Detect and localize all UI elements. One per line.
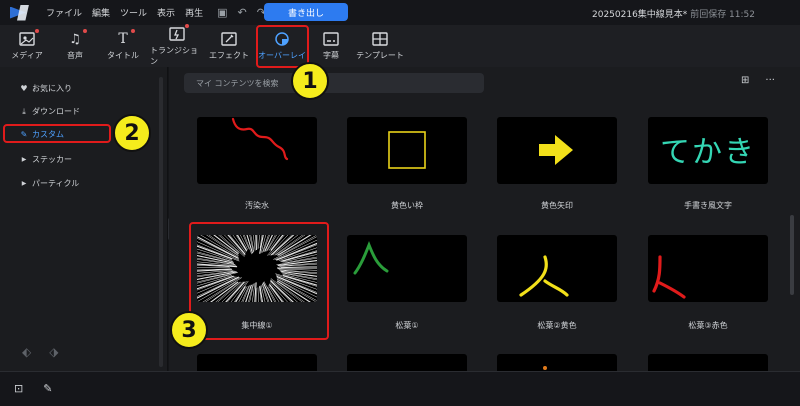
menu-play[interactable]: 再生 — [185, 6, 203, 19]
menu-file[interactable]: ファイル — [46, 6, 82, 19]
overlay-label: 松葉②黄色 — [537, 321, 577, 330]
timeline-tools: ⊡ ✎ — [14, 382, 52, 395]
highlight-speed-lines — [189, 222, 329, 340]
overlay-thumb[interactable] — [648, 354, 768, 371]
undo-icon[interactable]: ↶ — [237, 6, 246, 19]
menu-view[interactable]: 表示 — [157, 6, 175, 19]
tab-transition[interactable]: トランジション — [150, 23, 204, 67]
more-icon[interactable]: ··· — [765, 75, 775, 86]
sidebar-item-label: ステッカー — [32, 155, 72, 164]
project-info: 20250216集中線見本* 前回保存 11:52 — [592, 7, 755, 20]
draw-icon[interactable]: ✎ — [43, 382, 52, 395]
overlay-thumb-yellow-arrow[interactable] — [497, 117, 617, 184]
save-icon[interactable]: ▣ — [217, 6, 227, 19]
menu-tools[interactable]: ツール — [120, 6, 147, 19]
sidebar-item-label: パーティクル — [32, 179, 80, 188]
tab-media[interactable]: メディア — [0, 25, 54, 67]
tab-template[interactable]: テンプレート — [352, 25, 408, 67]
tab-label: 字幕 — [323, 51, 339, 60]
timeline-toolbar: ⊡ ✎ — [0, 371, 800, 406]
tab-label: トランジション — [150, 45, 198, 66]
media-icon — [18, 29, 39, 47]
transition-icon — [168, 23, 189, 42]
overlay-thumb-pollution[interactable] — [197, 117, 317, 184]
import-icon[interactable]: ⊞ — [741, 75, 749, 86]
export-button[interactable]: 書き出し — [264, 3, 348, 21]
app-logo-icon — [10, 5, 32, 21]
callout-2: 2 — [113, 114, 151, 152]
category-sidebar: ♥ お気に入り ⤓ ダウンロード ✎ カスタム ▶ ステッカー ▶ パーティクル — [0, 67, 168, 371]
title-icon: T — [114, 29, 135, 47]
highlight-custom-item — [3, 124, 111, 143]
overlay-thumb-pine-1[interactable] — [347, 235, 467, 302]
sidebar-item-label: お気に入り — [32, 84, 72, 93]
tool-tabs: メディア ♫ 音声 T タイトル トランジション エフェクト オーバーレイ 字幕… — [0, 23, 800, 67]
overlay-label: 手書き風文字 — [684, 201, 732, 210]
tab-label: 音声 — [67, 51, 83, 60]
project-name: 20250216集中線見本* — [592, 10, 688, 20]
overlay-thumb-yellow-frame[interactable] — [347, 117, 467, 184]
callout-1: 1 — [291, 62, 329, 100]
music-icon: ♫ — [66, 29, 87, 47]
quick-actions: ▣ ↶ ↷ — [217, 6, 266, 19]
sidebar-item-download[interactable]: ⤓ ダウンロード — [20, 106, 80, 117]
remove-tag-icon[interactable]: ⬗ — [49, 345, 58, 359]
library-scrollbar[interactable] — [790, 215, 794, 295]
tab-label: メディア — [11, 51, 43, 60]
overlay-label: 汚染水 — [245, 201, 269, 210]
heart-icon: ♥ — [20, 84, 28, 93]
app-window: ファイル 編集 ツール 表示 再生 ▣ ↶ ↷ 書き出し 20250216集中線… — [0, 0, 800, 406]
tab-title[interactable]: T タイトル — [96, 25, 150, 67]
overlay-label: 松葉① — [395, 321, 419, 330]
caret-right-icon: ▶ — [21, 156, 27, 163]
main-menu: ファイル 編集 ツール 表示 再生 — [46, 6, 203, 19]
sidebar-item-particle[interactable]: ▶ パーティクル — [20, 178, 80, 189]
save-status: 前回保存 11:52 — [690, 10, 755, 20]
effect-icon — [220, 31, 238, 47]
tab-effect[interactable]: エフェクト — [204, 25, 254, 67]
menu-edit[interactable]: 編集 — [92, 6, 110, 19]
overlay-label: 松葉③赤色 — [688, 321, 728, 330]
sidebar-item-sticker[interactable]: ▶ ステッカー — [20, 154, 72, 165]
tab-label: テンプレート — [356, 51, 404, 60]
subtitle-icon — [322, 31, 340, 47]
timeline-fit-icon[interactable]: ⊡ — [14, 382, 23, 395]
overlay-label: 黄色矢印 — [541, 201, 573, 210]
search-input[interactable]: マイ コンテンツを検索 — [184, 73, 484, 93]
sidebar-scrollbar[interactable] — [159, 77, 163, 367]
tab-label: エフェクト — [209, 51, 249, 60]
add-tag-icon[interactable]: ⬖ — [22, 345, 31, 359]
sidebar-item-label: ダウンロード — [32, 107, 80, 116]
overlay-thumb[interactable] — [497, 354, 617, 371]
sidebar-item-favorites[interactable]: ♥ お気に入り — [20, 83, 72, 94]
thumb-text: てかき — [660, 135, 756, 170]
menu-bar: ファイル 編集 ツール 表示 再生 ▣ ↶ ↷ 書き出し 20250216集中線… — [0, 0, 800, 25]
download-icon: ⤓ — [22, 106, 26, 116]
overlay-label: 黄色い枠 — [391, 201, 423, 210]
sidebar-actions: ⬖ ⬗ — [22, 345, 58, 359]
overlay-thumb-handwriting[interactable]: てかき — [648, 117, 768, 184]
highlight-overlay-tab — [256, 25, 309, 68]
tab-audio[interactable]: ♫ 音声 — [54, 25, 96, 67]
tab-subtitle[interactable]: 字幕 — [310, 25, 352, 67]
overlay-thumb[interactable] — [347, 354, 467, 371]
tab-label: タイトル — [107, 51, 139, 60]
callout-3: 3 — [170, 311, 208, 349]
overlay-thumb[interactable] — [197, 354, 317, 371]
caret-right-icon: ▶ — [21, 180, 27, 187]
overlay-thumb-pine-3[interactable] — [648, 235, 768, 302]
library-actions: ⊞ ··· — [741, 75, 775, 86]
template-icon — [371, 31, 389, 47]
overlay-thumb-pine-2[interactable] — [497, 235, 617, 302]
